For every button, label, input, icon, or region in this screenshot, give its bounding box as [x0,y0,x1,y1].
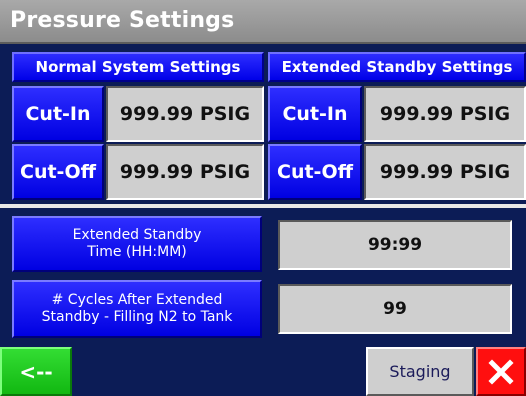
extended-cut-off-value[interactable]: 999.99 PSIG [364,144,526,200]
window-title: Pressure Settings [0,0,526,44]
staging-button[interactable]: Staging [366,347,474,396]
standby-time-button[interactable]: Extended Standby Time (HH:MM) [12,216,262,272]
extended-cut-in-value[interactable]: 999.99 PSIG [364,86,526,142]
cycles-label-line2: Standby - Filling N2 to Tank [41,309,233,325]
close-x-icon [488,358,514,385]
normal-settings-header: Normal System Settings [12,52,264,82]
cycles-label-line1: # Cycles After Extended [51,292,223,308]
extended-settings-header: Extended Standby Settings [268,52,526,82]
normal-cut-in-value[interactable]: 999.99 PSIG [106,86,264,142]
standby-time-label-line1: Extended Standby [72,227,202,243]
extended-cut-in-button[interactable]: Cut-In [268,86,362,142]
standby-time-value[interactable]: 99:99 [278,220,512,270]
normal-cut-off-button[interactable]: Cut-Off [12,144,104,200]
section-divider [0,204,526,208]
extended-cut-off-button[interactable]: Cut-Off [268,144,362,200]
cycles-value[interactable]: 99 [278,284,512,334]
back-button[interactable]: <-- [0,347,72,396]
close-button[interactable] [476,347,526,396]
cycles-after-standby-button[interactable]: # Cycles After Extended Standby - Fillin… [12,280,262,338]
normal-cut-off-value[interactable]: 999.99 PSIG [106,144,264,200]
normal-cut-in-button[interactable]: Cut-In [12,86,104,142]
standby-time-label-line2: Time (HH:MM) [87,244,187,260]
